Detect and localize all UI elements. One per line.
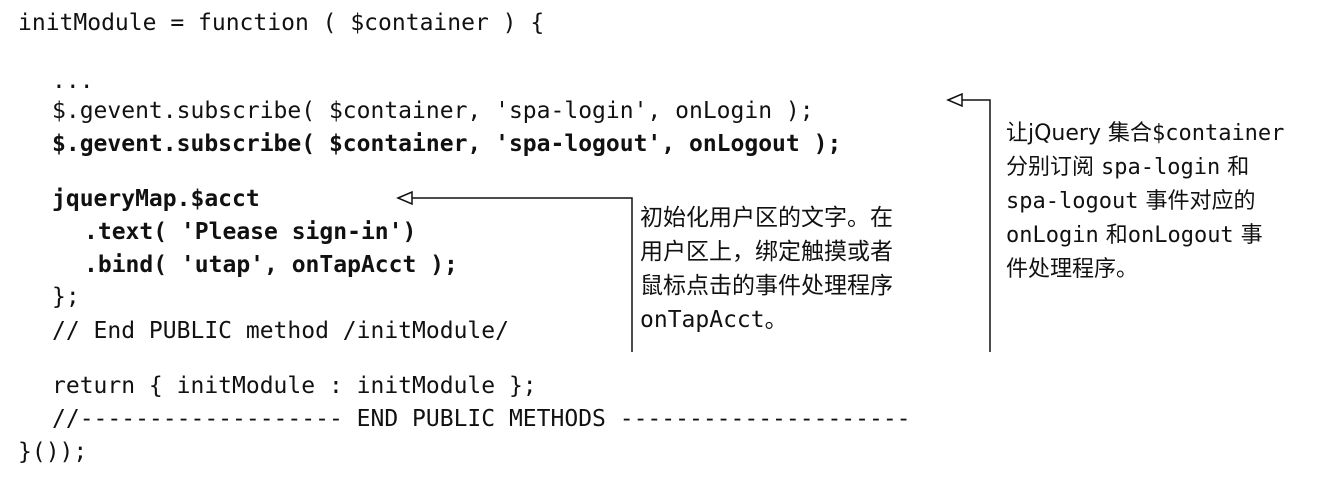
annotation-right-text: 分别订阅: [1006, 155, 1101, 180]
callout-line-right: [960, 99, 991, 352]
annotation-right-code: $container: [1151, 121, 1285, 146]
annotation-middle: 初始化用户区的文字。在 用户区上，绑定触摸或者 鼠标点击的事件处理程序 onTa…: [640, 201, 893, 337]
annotation-right-line-5: 件处理程序。: [1006, 257, 1139, 282]
annotation-middle-line-2: 用户区上，绑定触摸或者: [640, 239, 893, 265]
annotation-right-line-2: 分别订阅 spa-login 和: [1006, 151, 1284, 185]
annotation-middle-line-1: 初始化用户区的文字。在: [640, 205, 893, 231]
annotation-right-line-4: onLogin 和onLogout 事: [1006, 219, 1284, 253]
annotation-right-text: 事件对应的: [1138, 189, 1256, 214]
annotation-right-code: onLogin: [1006, 223, 1099, 248]
annotation-right-text: 事: [1233, 223, 1263, 248]
annotation-right-code: onLogout: [1127, 223, 1234, 248]
annotation-middle-line-3: 鼠标点击的事件处理程序: [640, 273, 893, 299]
annotation-right-text: 和: [1220, 155, 1250, 180]
annotation-right-text: 和: [1098, 223, 1128, 248]
annotation-middle-line-4: onTapAcct。: [640, 307, 788, 333]
annotation-right-code: spa-logout: [1006, 189, 1139, 214]
callout-line-middle: [412, 197, 633, 352]
annotation-right-text: 让jQuery 集合: [1006, 121, 1152, 146]
annotation-right-line-1: 让jQuery 集合$container: [1006, 117, 1284, 151]
annotation-right-line-3: spa-logout 事件对应的: [1006, 185, 1284, 219]
annotation-right: 让jQuery 集合$container 分别订阅 spa-login 和 sp…: [1006, 117, 1284, 287]
annotation-right-code: spa-login: [1101, 155, 1221, 180]
arrowhead-middle: [396, 190, 413, 206]
arrowhead-right: [946, 92, 963, 108]
